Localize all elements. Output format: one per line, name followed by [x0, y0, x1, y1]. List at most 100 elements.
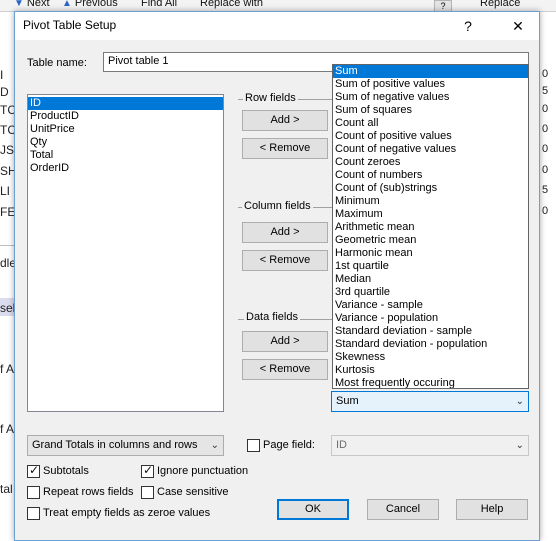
- close-icon[interactable]: ✕: [505, 14, 531, 38]
- dialog-titlebar[interactable]: Pivot Table Setup ? ✕: [15, 12, 539, 40]
- bg-fragment: LI: [0, 184, 11, 198]
- aggregate-option[interactable]: Count of positive values: [333, 130, 528, 143]
- checkbox-box[interactable]: [27, 486, 40, 499]
- aggregate-option[interactable]: Maximum: [333, 208, 528, 221]
- replace-with-dropdown[interactable]: Replace with: [200, 0, 263, 9]
- aggregate-option[interactable]: Variance - population: [333, 312, 528, 325]
- data-remove-button[interactable]: < Remove: [242, 359, 328, 380]
- help-icon[interactable]: ?: [455, 14, 481, 38]
- find-all-button[interactable]: Find All: [141, 0, 177, 9]
- bg-fragment: f A: [0, 362, 15, 376]
- fields-listbox[interactable]: ID ProductID UnitPrice Qty Total OrderID: [27, 94, 224, 412]
- ignore-punctuation-label: Ignore punctuation: [157, 465, 249, 477]
- aggregate-option[interactable]: Count of negative values: [333, 143, 528, 156]
- cancel-button[interactable]: Cancel: [367, 499, 439, 520]
- aggregate-options-list[interactable]: Sum Sum of positive values Sum of negati…: [332, 64, 529, 389]
- bg-fragment: f A: [0, 422, 15, 436]
- ignore-punctuation-checkbox[interactable]: ✓ Ignore punctuation: [141, 464, 249, 479]
- background-left-column: I D TC TC JS SH LI FE dle sel f A f A ta…: [0, 12, 17, 541]
- checkbox-box[interactable]: ✓: [141, 464, 154, 478]
- row-fields-label: Row fields: [243, 92, 298, 104]
- bg-fragment: I: [0, 68, 4, 82]
- checkbox-box[interactable]: [27, 507, 40, 520]
- aggregate-option[interactable]: Sum: [333, 65, 528, 78]
- checkbox-box[interactable]: [247, 439, 260, 452]
- aggregate-option[interactable]: Geometric mean: [333, 234, 528, 247]
- list-item[interactable]: Total: [28, 149, 223, 162]
- aggregate-option[interactable]: Standard deviation - sample: [333, 325, 528, 338]
- checkbox-box[interactable]: [141, 486, 154, 499]
- aggregate-option[interactable]: Sum of negative values: [333, 91, 528, 104]
- bg-fragment: 0: [542, 103, 549, 115]
- column-remove-button[interactable]: < Remove: [242, 250, 328, 271]
- row-remove-button[interactable]: < Remove: [242, 138, 328, 159]
- aggregate-option[interactable]: 1st quartile: [333, 260, 528, 273]
- column-add-button[interactable]: Add >: [242, 222, 328, 243]
- data-fields-label: Data fields: [244, 311, 300, 323]
- aggregate-option[interactable]: Standard deviation - population: [333, 338, 528, 351]
- list-item[interactable]: OrderID: [28, 162, 223, 175]
- aggregate-option[interactable]: Kurtosis: [333, 364, 528, 377]
- repeat-rows-fields-label: Repeat rows fields: [43, 486, 134, 498]
- bg-fragment: tal: [0, 482, 13, 496]
- case-sensitive-checkbox[interactable]: Case sensitive: [141, 486, 229, 500]
- previous-button[interactable]: ▲ Previous: [62, 0, 118, 9]
- arrow-down-icon: ▼: [14, 0, 24, 9]
- aggregate-selected-value: Sum: [336, 395, 359, 407]
- bg-fragment: 5: [542, 85, 549, 97]
- aggregate-option[interactable]: Count zeroes: [333, 156, 528, 169]
- chevron-down-icon: ⌄: [210, 440, 219, 451]
- aggregate-option[interactable]: Count of (sub)strings: [333, 182, 528, 195]
- checkmark-icon: ✓: [29, 463, 40, 477]
- aggregate-option[interactable]: Minimum: [333, 195, 528, 208]
- chevron-down-icon: ⌄: [515, 396, 524, 407]
- bg-fragment: 0: [542, 164, 549, 176]
- grand-totals-dropdown[interactable]: Grand Totals in columns and rows ⌄: [27, 435, 224, 456]
- aggregate-function-dropdown[interactable]: Sum ⌄: [331, 391, 529, 412]
- aggregate-option[interactable]: Median: [333, 273, 528, 286]
- list-item[interactable]: ProductID: [28, 110, 223, 123]
- list-item[interactable]: ID: [28, 97, 223, 110]
- row-add-button[interactable]: Add >: [242, 110, 328, 131]
- aggregate-option[interactable]: Variance - sample: [333, 299, 528, 312]
- aggregate-option[interactable]: Sum of squares: [333, 104, 528, 117]
- case-sensitive-label: Case sensitive: [157, 486, 229, 498]
- subtotals-label: Subtotals: [43, 465, 89, 477]
- repeat-rows-fields-checkbox[interactable]: Repeat rows fields: [27, 486, 134, 500]
- bg-fragment: 0: [542, 205, 549, 217]
- aggregate-option[interactable]: Harmonic mean: [333, 247, 528, 260]
- page-field-dropdown[interactable]: ID ⌄: [331, 435, 529, 456]
- aggregate-option[interactable]: Skewness: [333, 351, 528, 364]
- aggregate-option[interactable]: Arithmetic mean: [333, 221, 528, 234]
- column-fields-label: Column fields: [242, 200, 313, 212]
- aggregate-option[interactable]: Count all: [333, 117, 528, 130]
- aggregate-option[interactable]: Count of numbers: [333, 169, 528, 182]
- bg-fragment: 0: [542, 143, 549, 155]
- ok-button[interactable]: OK: [277, 499, 349, 520]
- aggregate-option[interactable]: Most frequently occuring: [333, 377, 528, 388]
- page-field-value: ID: [336, 439, 347, 451]
- next-button[interactable]: ▼ Next: [14, 0, 50, 9]
- list-item[interactable]: Qty: [28, 136, 223, 149]
- aggregate-option[interactable]: 3rd quartile: [333, 286, 528, 299]
- checkbox-box[interactable]: ✓: [27, 463, 40, 478]
- grand-totals-value: Grand Totals in columns and rows: [32, 439, 198, 451]
- aggregate-option[interactable]: Sum of positive values: [333, 78, 528, 91]
- bg-divider: [0, 245, 14, 246]
- table-name-label: Table name:: [27, 57, 87, 69]
- data-add-button[interactable]: Add >: [242, 331, 328, 352]
- replace-button[interactable]: Replace: [480, 0, 520, 9]
- page-field-checkbox[interactable]: Page field:: [247, 439, 315, 453]
- bg-fragment: JS: [0, 143, 15, 157]
- list-item[interactable]: UnitPrice: [28, 123, 223, 136]
- treat-empty-fields-label: Treat empty fields as zeroe values: [43, 507, 211, 519]
- arrow-up-icon: ▲: [62, 0, 72, 9]
- help-button[interactable]: Help: [456, 499, 528, 520]
- chevron-down-icon: ⌄: [515, 440, 524, 451]
- dialog-title: Pivot Table Setup: [23, 18, 117, 32]
- bg-fragment: 0: [542, 123, 549, 135]
- page-field-label: Page field:: [263, 439, 315, 451]
- treat-empty-fields-checkbox[interactable]: Treat empty fields as zeroe values: [27, 507, 210, 521]
- subtotals-checkbox[interactable]: ✓ Subtotals: [27, 463, 89, 479]
- bg-fragment: 0: [542, 68, 549, 80]
